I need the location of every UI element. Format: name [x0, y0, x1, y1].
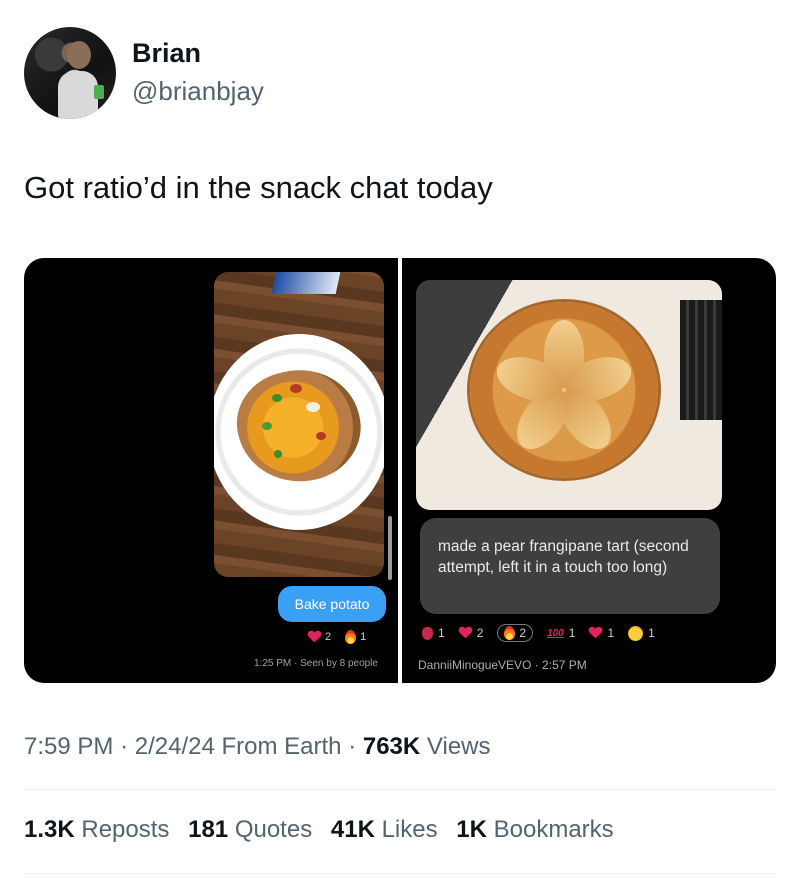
reaction-count: 2: [519, 626, 527, 640]
avatar-head: [67, 41, 91, 69]
fire-icon: [504, 626, 516, 640]
meta-separator: ·: [348, 733, 357, 760]
reaction-count: 1: [648, 626, 655, 640]
avatar-cup: [94, 85, 104, 99]
likes-count: 41K: [330, 816, 375, 843]
views-label: Views: [426, 733, 491, 760]
potato-photo[interactable]: [214, 272, 384, 577]
anatomical-heart-icon: [422, 626, 433, 640]
likes-stat[interactable]: 41K Likes: [331, 816, 438, 843]
quotes-label: Quotes: [234, 816, 313, 843]
quotes-stat[interactable]: 181 Quotes: [188, 816, 312, 843]
avatar[interactable]: [24, 27, 116, 119]
tweet-source: From Earth: [221, 733, 342, 760]
tweet-date[interactable]: 2/24/24: [135, 733, 215, 760]
views-count: 763K: [362, 733, 421, 760]
reaction-count: 1: [360, 631, 367, 643]
right-reactions[interactable]: 1 2 2 100 1 1 1: [422, 624, 655, 642]
topping-bacon: [316, 432, 326, 440]
scrollbar[interactable]: [388, 516, 392, 580]
reaction-count: 2: [476, 626, 484, 640]
likes-label: Likes: [381, 816, 438, 843]
tweet-media[interactable]: Bake potato 2 1 1:25 PM · Seen by 8 peop…: [24, 258, 776, 683]
reposts-label: Reposts: [81, 816, 170, 843]
divider: [24, 789, 776, 790]
tweet-meta: 7:59 PM · 2/24/24 From Earth · 763K View…: [24, 733, 491, 761]
author-handle[interactable]: @brianbjay: [132, 76, 264, 107]
reaction-pill-selected[interactable]: 2: [497, 624, 534, 642]
tweet-text: Got ratio’d in the snack chat today: [24, 170, 493, 205]
topping-chive: [272, 394, 282, 402]
quotes-count: 181: [188, 816, 229, 843]
message-status: 1:25 PM · Seen by 8 people: [254, 658, 378, 669]
stove-grate: [680, 300, 722, 420]
hundred-points-icon: 100: [547, 627, 564, 639]
author-name[interactable]: Brian: [132, 38, 201, 69]
message-status: DanniiMinogueVEVO · 2:57 PM: [418, 658, 587, 672]
reaction-count: 1: [438, 626, 445, 640]
bookmarks-count: 1K: [456, 816, 487, 843]
topping-sour-cream: [306, 402, 320, 412]
heart-icon: [308, 631, 321, 643]
reaction-count: 1: [568, 626, 576, 640]
fire-icon: [345, 630, 357, 644]
smiling-face-with-hearts-icon: [628, 625, 644, 641]
bookmarks-stat[interactable]: 1K Bookmarks: [456, 816, 613, 843]
heart-icon: [589, 627, 602, 639]
tweet-time[interactable]: 7:59 PM: [24, 733, 113, 760]
message-bubble-received: made a pear frangipane tart (second atte…: [420, 518, 720, 614]
reposts-stat[interactable]: 1.3K Reposts: [24, 816, 169, 843]
pear-tart: [470, 302, 658, 478]
engagement-stats: 1.3K Reposts 181 Quotes 41K Likes 1K Boo…: [24, 816, 626, 844]
message-bubble-sent: Bake potato: [278, 586, 386, 622]
left-reactions[interactable]: 2 1: [308, 630, 366, 644]
avatar-shirt: [58, 71, 98, 119]
tart-photo[interactable]: [416, 280, 722, 510]
meta-separator: ·: [120, 733, 129, 760]
bookmarks-label: Bookmarks: [493, 816, 614, 843]
reaction-count: 2: [325, 631, 332, 643]
reposts-count: 1.3K: [24, 816, 75, 843]
bag-decoration: [271, 272, 341, 294]
topping-chive: [262, 422, 272, 430]
topping-chive: [274, 450, 282, 458]
divider: [24, 873, 776, 874]
reaction-count: 1: [607, 626, 615, 640]
heart-icon: [459, 627, 472, 639]
panel-divider: [398, 258, 402, 683]
topping-bacon: [290, 384, 302, 393]
